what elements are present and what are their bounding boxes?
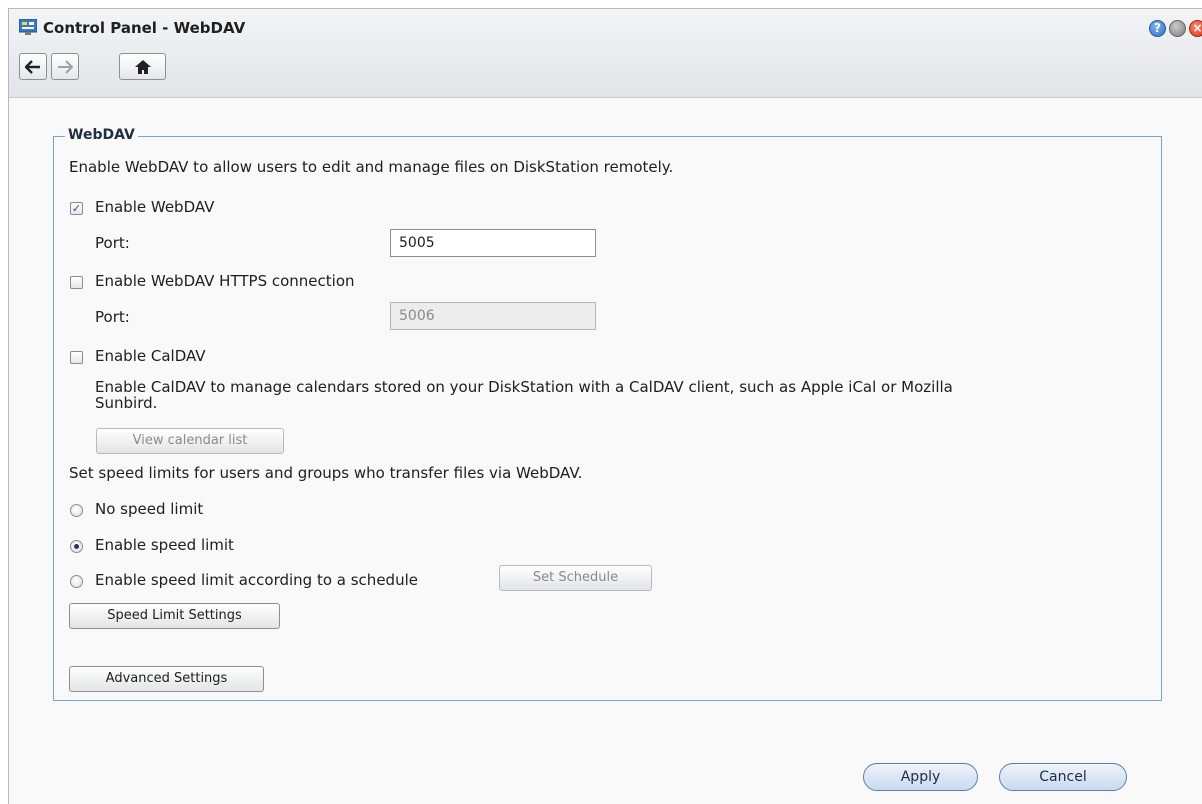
enable-caldav-checkbox[interactable] — [70, 351, 83, 364]
control-panel-icon — [19, 19, 37, 35]
enable-speed-limit-label[interactable]: Enable speed limit — [95, 536, 234, 554]
cancel-button[interactable]: Cancel — [999, 763, 1127, 791]
help-icon[interactable]: ? — [1149, 20, 1166, 37]
section-legend: WebDAV — [65, 127, 138, 143]
home-button[interactable] — [119, 53, 166, 80]
content-area: WebDAV Enable WebDAV to allow users to e… — [9, 98, 1202, 804]
view-calendar-list-button[interactable]: View calendar list — [96, 428, 284, 454]
https-port-label: Port: — [95, 308, 130, 326]
enable-caldav-label[interactable]: Enable CalDAV — [95, 347, 206, 365]
enable-https-label[interactable]: Enable WebDAV HTTPS connection — [95, 272, 355, 290]
window-title: Control Panel - WebDAV — [43, 19, 246, 37]
no-speed-limit-label[interactable]: No speed limit — [95, 500, 203, 518]
advanced-settings-button[interactable]: Advanced Settings — [69, 666, 264, 692]
apply-button[interactable]: Apply — [863, 763, 978, 791]
forward-button[interactable] — [51, 53, 79, 80]
arrow-left-icon — [25, 59, 40, 74]
radio-selected-dot — [74, 544, 79, 549]
speed-limit-settings-button[interactable]: Speed Limit Settings — [69, 603, 280, 629]
speed-description: Set speed limits for users and groups wh… — [69, 464, 583, 482]
control-panel-window: Control Panel - WebDAV ? × WebDAV Enable… — [8, 8, 1202, 804]
back-button[interactable] — [19, 53, 47, 80]
schedule-speed-limit-label[interactable]: Enable speed limit according to a schedu… — [95, 571, 418, 589]
webdav-port-label: Port: — [95, 234, 130, 252]
minimize-icon[interactable] — [1169, 20, 1186, 37]
enable-speed-limit-radio[interactable] — [70, 540, 83, 553]
enable-webdav-checkbox[interactable]: ✓ — [70, 202, 83, 215]
schedule-speed-limit-radio[interactable] — [70, 575, 83, 588]
enable-webdav-label[interactable]: Enable WebDAV — [95, 198, 214, 216]
title-bar: Control Panel - WebDAV ? × — [9, 9, 1202, 98]
enable-https-checkbox[interactable] — [70, 276, 83, 289]
caldav-description-line2: Sunbird. — [95, 394, 158, 412]
caldav-description-line1: Enable CalDAV to manage calendars stored… — [95, 378, 953, 396]
no-speed-limit-radio[interactable] — [70, 504, 83, 517]
arrow-right-icon — [58, 59, 73, 74]
https-port-input[interactable]: 5006 — [390, 302, 596, 330]
home-icon — [134, 59, 151, 74]
set-schedule-button[interactable]: Set Schedule — [499, 565, 652, 591]
section-description: Enable WebDAV to allow users to edit and… — [69, 158, 674, 176]
webdav-port-input[interactable]: 5005 — [390, 229, 596, 257]
close-icon[interactable]: × — [1189, 20, 1202, 37]
